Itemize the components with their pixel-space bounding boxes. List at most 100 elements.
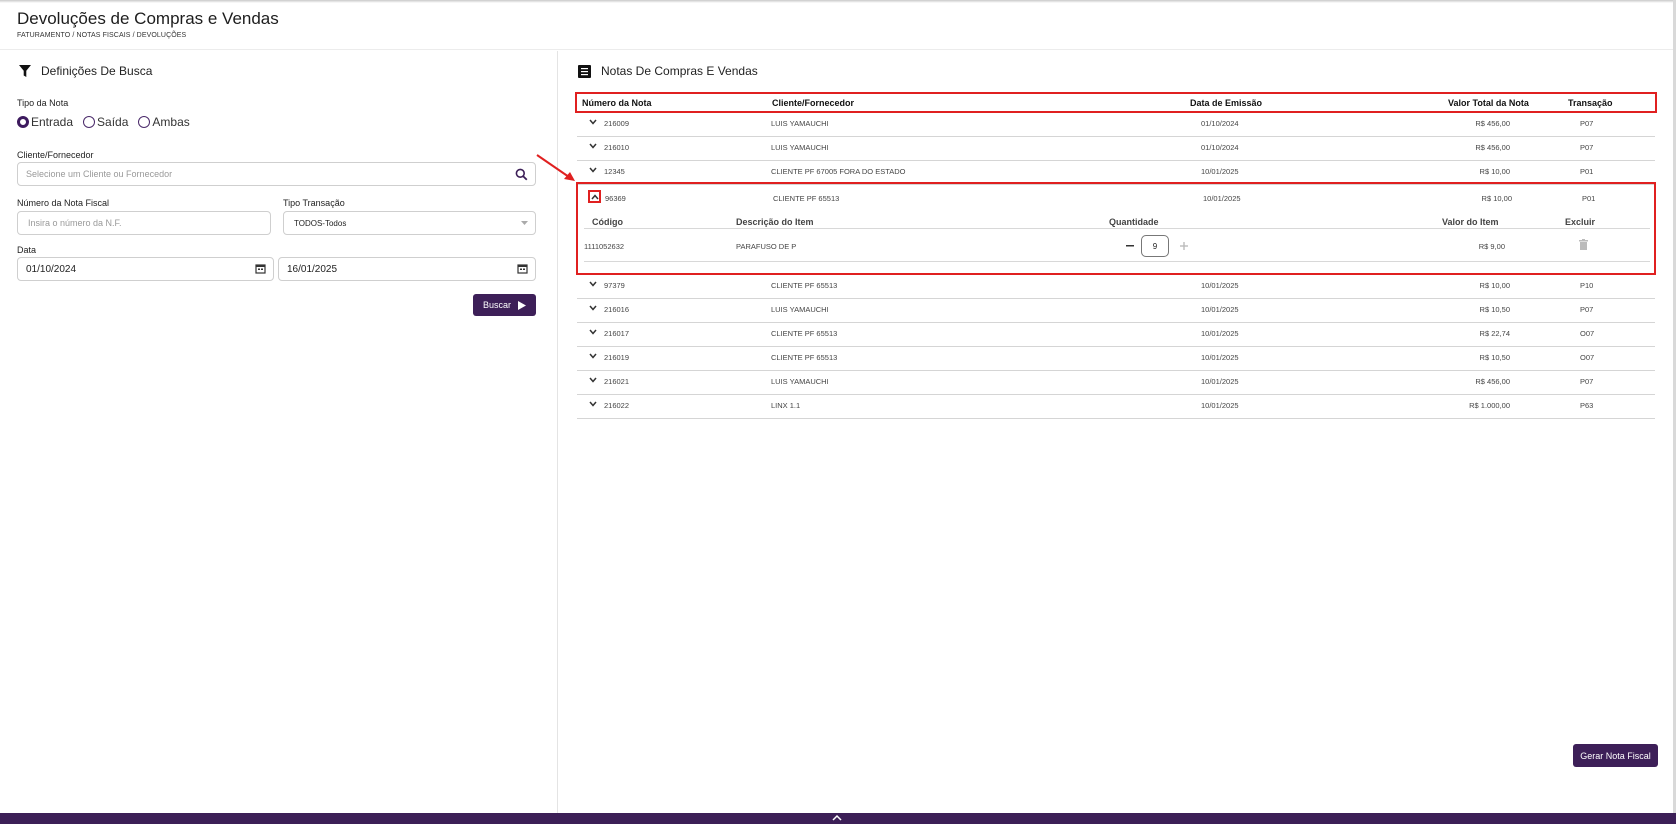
cell-cliente: CLIENTE PF 67005 FORA DO ESTADO — [771, 167, 906, 176]
radio-saida-label: Saída — [97, 115, 129, 129]
radio-ambas[interactable]: Ambas — [138, 115, 190, 129]
filter-icon — [19, 65, 31, 77]
cell-numero: 216009 — [604, 119, 630, 128]
cell-valor: R$ 456,00 — [1475, 143, 1510, 152]
col-codigo: Código — [592, 217, 623, 227]
table-row[interactable]: 216019 CLIENTE PF 65513 10/01/2025 R$ 10… — [577, 347, 1655, 371]
radio-entrada-label: Entrada — [31, 115, 74, 129]
radio-saida[interactable]: Saída — [83, 115, 128, 129]
cell-valor: R$ 10,00 — [1481, 194, 1512, 203]
cell-cliente: LUIS YAMAUCHI — [771, 377, 829, 386]
col-numero: Número da Nota — [582, 98, 652, 108]
cell-transacao: P07 — [1580, 377, 1594, 386]
table-row[interactable]: 216010 LUIS YAMAUCHI 01/10/2024 R$ 456,0… — [577, 137, 1655, 161]
search-icon[interactable] — [515, 168, 528, 181]
table-row[interactable]: 216022 LINX 1.1 10/01/2025 R$ 1.000,00 P… — [577, 395, 1655, 419]
cell-transacao: P07 — [1580, 143, 1594, 152]
chevron-down-icon[interactable] — [589, 167, 597, 173]
radio-entrada-dot — [17, 116, 29, 128]
cell-numero: 216017 — [604, 329, 630, 338]
tipo-transacao-select[interactable]: TODOS-Todos — [283, 211, 536, 235]
cliente-label: Cliente/Fornecedor — [17, 150, 94, 160]
cell-valor: R$ 10,50 — [1479, 353, 1510, 362]
radio-entrada[interactable]: Entrada — [17, 115, 73, 129]
cell-cliente: LUIS YAMAUCHI — [771, 119, 829, 128]
buscar-button[interactable]: Buscar — [473, 294, 536, 316]
numero-nf-input[interactable]: Insira o número da N.F. — [17, 211, 271, 235]
chevron-down-icon[interactable] — [589, 329, 597, 335]
cell-valor: R$ 10,50 — [1479, 305, 1510, 314]
cell-cliente: LUIS YAMAUCHI — [771, 143, 829, 152]
cell-transacao: P07 — [1580, 305, 1594, 314]
cell-data: 10/01/2025 — [1201, 281, 1239, 290]
footer-bar — [0, 813, 1676, 824]
chevron-down-icon[interactable] — [589, 401, 597, 407]
gerar-nota-fiscal-button[interactable]: Gerar Nota Fiscal — [1573, 744, 1658, 767]
cell-numero: 216021 — [604, 377, 630, 386]
tipo-transacao-label: Tipo Transação — [283, 198, 345, 208]
cell-transacao: P01 — [1582, 194, 1596, 203]
cell-numero: 216016 — [604, 305, 630, 314]
data-inicio-input[interactable]: 01/10/2024 — [17, 257, 274, 281]
calendar-icon[interactable] — [255, 263, 266, 274]
cell-data: 10/01/2025 — [1201, 401, 1239, 410]
cell-valor: R$ 10,00 — [1479, 281, 1510, 290]
cell-data: 01/10/2024 — [1201, 119, 1239, 128]
minus-icon[interactable] — [1126, 245, 1134, 247]
chevron-up-icon[interactable] — [832, 814, 842, 821]
cell-valor: R$ 22,74 — [1479, 329, 1510, 338]
search-panel: Definições De Busca Tipo da Nota Entrada… — [0, 51, 558, 813]
cell-data: 10/01/2025 — [1201, 305, 1239, 314]
table-row[interactable]: 97379 CLIENTE PF 65513 10/01/2025 R$ 10,… — [577, 275, 1655, 299]
col-data: Data de Emissão — [1190, 98, 1263, 108]
chevron-down-icon[interactable] — [589, 281, 597, 287]
item-row: 1111052632 PARAFUSO DE P 9 R$ 9,00 — [584, 228, 1650, 262]
col-valor-item: Valor do Item — [1442, 217, 1499, 227]
search-heading-label: Definições De Busca — [41, 64, 153, 78]
item-codigo: 1111052632 — [584, 242, 625, 251]
breadcrumb: FATURAMENTO / NOTAS FISCAIS / DEVOLUÇÕES — [17, 32, 187, 39]
col-transacao: Transação — [1568, 98, 1613, 108]
cell-data: 10/01/2025 — [1201, 329, 1239, 338]
table-row[interactable]: 216016 LUIS YAMAUCHI 10/01/2025 R$ 10,50… — [577, 299, 1655, 323]
page-title: Devoluções de Compras e Vendas — [17, 9, 279, 28]
cliente-placeholder: Selecione um Cliente ou Fornecedor — [26, 169, 173, 179]
cell-valor: R$ 1.000,00 — [1469, 401, 1510, 410]
quantity-input[interactable]: 9 — [1141, 235, 1169, 257]
data-label: Data — [17, 245, 37, 255]
cell-cliente: CLIENTE PF 65513 — [773, 194, 840, 203]
cell-numero: 216019 — [604, 353, 630, 362]
table-row[interactable]: 216021 LUIS YAMAUCHI 10/01/2025 R$ 456,0… — [577, 371, 1655, 395]
chevron-up-icon — [590, 193, 599, 199]
cell-transacao: P01 — [1580, 167, 1594, 176]
radio-ambas-dot — [138, 116, 151, 128]
calendar-icon[interactable] — [517, 263, 528, 274]
chevron-down-icon[interactable] — [589, 353, 597, 359]
table-row[interactable]: 216017 CLIENTE PF 65513 10/01/2025 R$ 22… — [577, 323, 1655, 347]
col-cliente: Cliente/Fornecedor — [772, 98, 855, 108]
plus-icon[interactable] — [1180, 242, 1188, 250]
cell-transacao: O07 — [1580, 329, 1595, 338]
chevron-down-icon[interactable] — [589, 119, 597, 125]
cell-data: 10/01/2025 — [1201, 377, 1239, 386]
cell-numero: 216022 — [604, 401, 630, 410]
cell-data: 01/10/2024 — [1201, 143, 1239, 152]
cell-cliente: CLIENTE PF 65513 — [771, 281, 838, 290]
radio-saida-dot — [83, 116, 96, 128]
tipo-transacao-value: TODOS-Todos — [294, 218, 347, 228]
cell-cliente: LINX 1.1 — [771, 401, 801, 410]
item-valor: R$ 9,00 — [1478, 242, 1505, 251]
trash-icon[interactable] — [1579, 239, 1588, 250]
chevron-down-icon[interactable] — [589, 377, 597, 383]
tipo-nota-label: Tipo da Nota — [17, 98, 69, 108]
cell-numero: 216010 — [604, 143, 630, 152]
cell-valor: R$ 456,00 — [1475, 119, 1510, 128]
chevron-down-icon[interactable] — [589, 305, 597, 311]
collapse-toggle[interactable] — [588, 190, 601, 203]
cell-valor: R$ 10,00 — [1479, 167, 1510, 176]
buscar-label: Buscar — [482, 300, 511, 310]
cliente-input[interactable]: Selecione um Cliente ou Fornecedor — [17, 162, 536, 186]
chevron-down-icon[interactable] — [589, 143, 597, 149]
data-fim-input[interactable]: 16/01/2025 — [278, 257, 536, 281]
table-row[interactable]: 216009 LUIS YAMAUCHI 01/10/2024 R$ 456,0… — [577, 113, 1655, 137]
